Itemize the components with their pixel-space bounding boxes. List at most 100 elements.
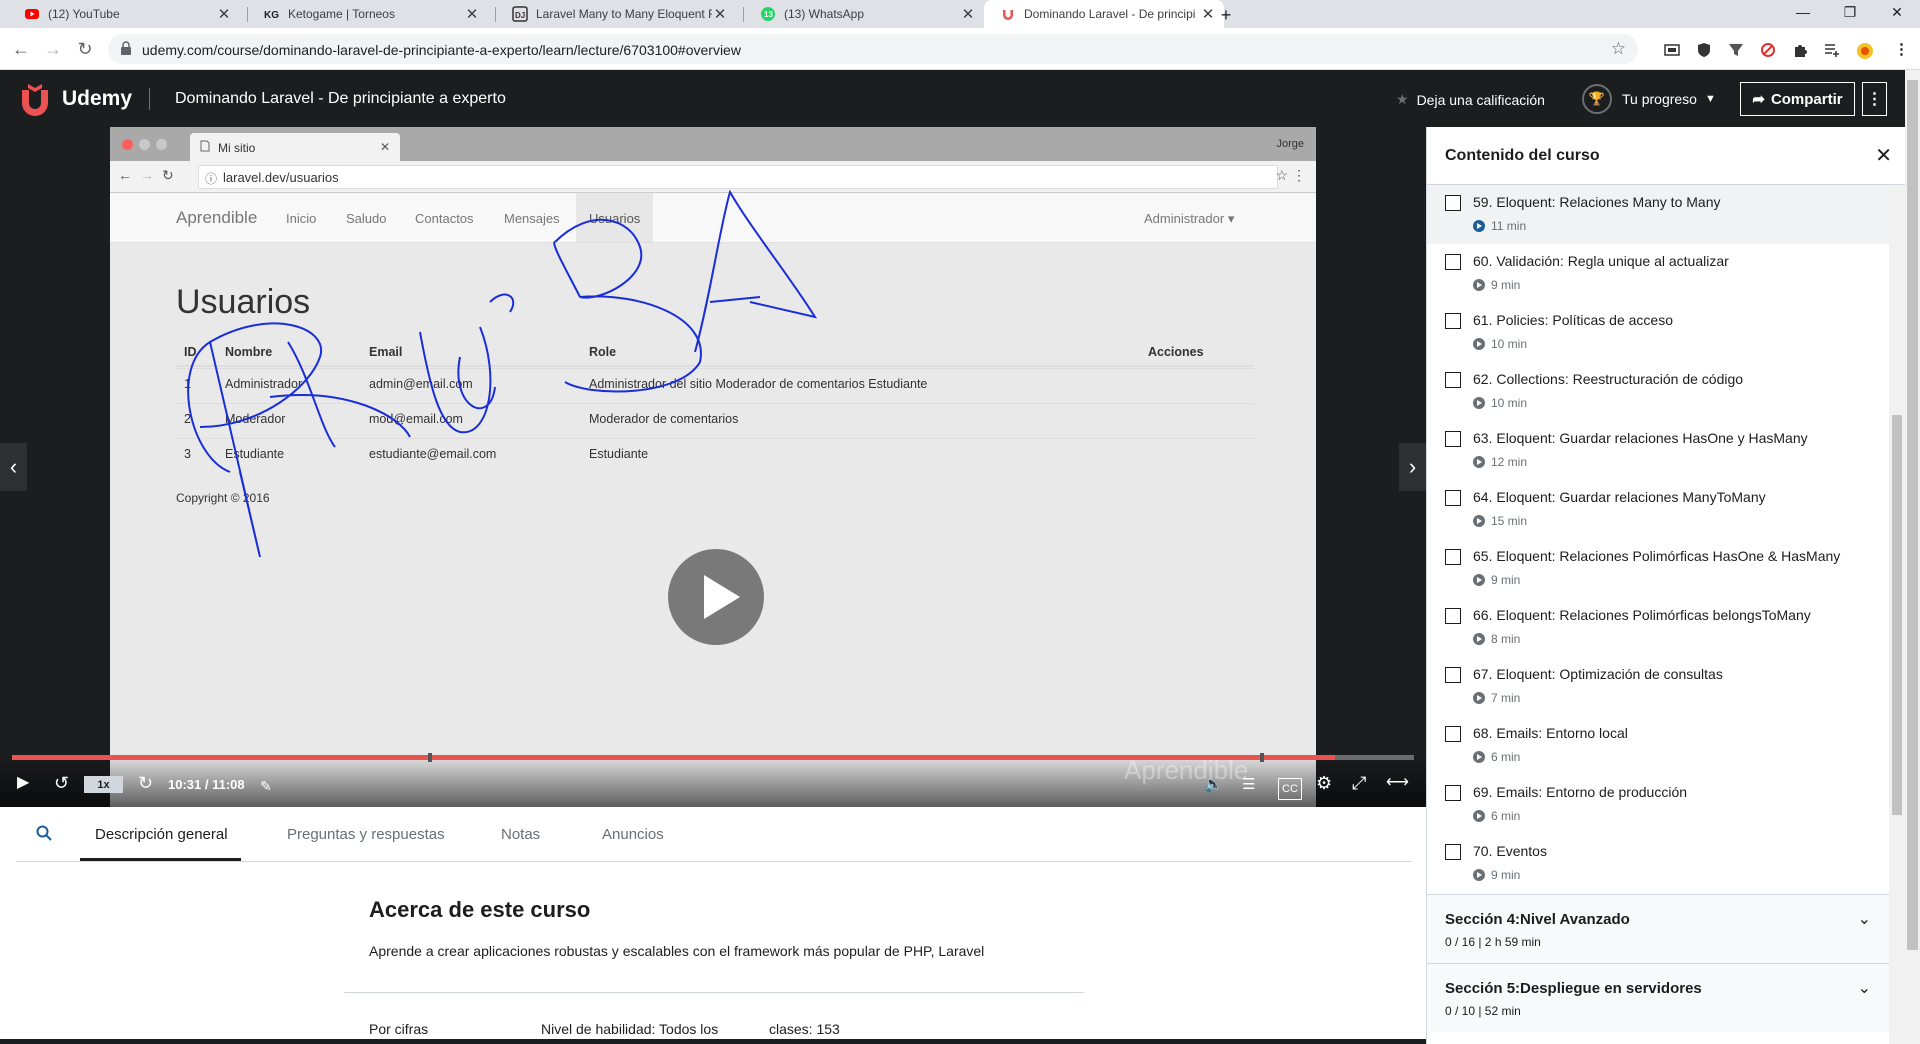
search-icon[interactable]	[36, 825, 52, 844]
tab-laravel-article[interactable]: DJ Laravel Many to Many Eloquent F ✕	[496, 0, 736, 28]
page-scrollbar[interactable]	[1905, 70, 1920, 1044]
lecture-checkbox[interactable]	[1445, 195, 1461, 211]
sidebar-scroll-thumb[interactable]	[1892, 415, 1902, 815]
lecture-checkbox[interactable]	[1445, 608, 1461, 624]
lecture-duration: 10 min	[1473, 396, 1527, 410]
lecture-item[interactable]: 68. Emails: Entorno local 6 min	[1427, 716, 1889, 775]
section-5-accordion[interactable]: Sección 5:Despliegue en servidores 0 / 1…	[1427, 963, 1889, 1032]
back-icon[interactable]: ←	[11, 39, 31, 59]
lecture-checkbox[interactable]	[1445, 431, 1461, 447]
bookmark-star-icon[interactable]: ☆	[1611, 39, 1626, 59]
page-scroll-thumb[interactable]	[1907, 80, 1918, 950]
previous-lecture-button[interactable]: ‹	[0, 443, 27, 491]
course-title[interactable]: Dominando Laravel - De principiante a ex…	[175, 90, 506, 108]
lecture-count: clases: 153	[769, 1021, 840, 1037]
lecture-title: 70. Eventos	[1473, 843, 1547, 859]
tab-udemy-active[interactable]: Dominando Laravel - De principi ✕	[984, 0, 1224, 28]
progress-dropdown[interactable]: 🏆 Tu progreso ▼	[1582, 84, 1716, 114]
close-tab-icon[interactable]: ✕	[1200, 5, 1216, 23]
lecture-title: 67. Eloquent: Optimización de consultas	[1473, 666, 1723, 682]
reload-icon[interactable]: ↻	[75, 39, 95, 59]
notes-icon[interactable]: ✎	[260, 777, 272, 795]
lecture-checkbox[interactable]	[1445, 785, 1461, 801]
tab-youtube[interactable]: (12) YouTube ✕	[8, 0, 240, 28]
play-circle-icon	[1473, 220, 1485, 232]
tab-title: (13) WhatsApp	[784, 7, 865, 21]
rate-course-link[interactable]: ★ Deja una calificación	[1396, 91, 1545, 108]
lecture-checkbox[interactable]	[1445, 490, 1461, 506]
bookmark-marker[interactable]	[428, 753, 432, 762]
puzzle-extension-icon[interactable]	[1792, 42, 1808, 58]
lecture-checkbox[interactable]	[1445, 313, 1461, 329]
close-tab-icon[interactable]: ✕	[216, 5, 232, 23]
play-overlay-button[interactable]	[668, 549, 764, 645]
close-tab-icon[interactable]: ✕	[464, 5, 480, 23]
red-extension-icon[interactable]	[1760, 42, 1776, 58]
cast-icon[interactable]	[1664, 42, 1680, 58]
lecture-item[interactable]: 63. Eloquent: Guardar relaciones HasOne …	[1427, 421, 1889, 480]
reading-list-icon[interactable]	[1824, 42, 1840, 58]
volume-icon[interactable]: 🔈	[1204, 776, 1223, 794]
skill-level: Nivel de habilidad: Todos los	[541, 1021, 719, 1037]
browser-menu-icon[interactable]: ⋮	[1894, 42, 1910, 58]
lecture-duration: 8 min	[1473, 632, 1520, 646]
expand-theater-icon[interactable]: ⟷	[1386, 774, 1409, 792]
lecture-item[interactable]: 60. Validación: Regla unique al actualiz…	[1427, 244, 1889, 303]
settings-gear-icon[interactable]: ⚙	[1316, 774, 1332, 792]
rewind-5s-icon[interactable]: ↺	[54, 774, 69, 792]
maximize-icon[interactable]: ❐	[1842, 4, 1858, 21]
filter-extension-icon[interactable]	[1728, 42, 1744, 58]
lecture-checkbox[interactable]	[1445, 667, 1461, 683]
lecture-checkbox[interactable]	[1445, 726, 1461, 742]
lecture-item[interactable]: 70. Eventos 9 min	[1427, 834, 1889, 893]
share-button[interactable]: ➦ Compartir	[1740, 82, 1855, 116]
close-window-icon[interactable]: ✕	[1889, 4, 1905, 21]
captions-icon[interactable]: CC	[1278, 778, 1302, 800]
forward-icon[interactable]: →	[43, 39, 63, 59]
forward-5s-icon[interactable]: ↻	[138, 774, 153, 792]
transcript-icon[interactable]: ☰	[1242, 776, 1255, 794]
bookmark-marker[interactable]	[1260, 753, 1264, 762]
shield-extension-icon[interactable]	[1696, 42, 1712, 58]
playback-speed-button[interactable]: 1x	[84, 776, 123, 793]
lecture-item[interactable]: 64. Eloquent: Guardar relaciones ManyToM…	[1427, 480, 1889, 539]
fullscreen-icon[interactable]: ⤢	[1352, 774, 1366, 792]
course-content-sidebar: Contenido del curso ✕ 59. Eloquent: Rela…	[1426, 127, 1906, 1044]
profile-avatar-icon[interactable]	[1856, 42, 1873, 59]
trophy-icon: 🏆	[1582, 84, 1612, 114]
tab-ketogame[interactable]: KG Ketogame | Torneos ✕	[248, 0, 488, 28]
minimize-icon[interactable]: —	[1795, 4, 1811, 20]
url-input[interactable]: udemy.com/course/dominando-laravel-de-pr…	[108, 34, 1638, 64]
lecture-item[interactable]: 67. Eloquent: Optimización de consultas 7…	[1427, 657, 1889, 716]
lecture-checkbox[interactable]	[1445, 549, 1461, 565]
lecture-item[interactable]: 66. Eloquent: Relaciones Polimórficas be…	[1427, 598, 1889, 657]
tab-announcements[interactable]: Anuncios	[602, 826, 664, 843]
tab-qa[interactable]: Preguntas y respuestas	[287, 826, 445, 843]
lecture-item[interactable]: 61. Policies: Políticas de acceso 10 min	[1427, 303, 1889, 362]
video-player[interactable]: Mi sitio ✕ Jorge ← → ↻ ⓘ laravel.dev/usu…	[0, 127, 1426, 807]
lecture-checkbox[interactable]	[1445, 372, 1461, 388]
tab-notes[interactable]: Notas	[501, 826, 540, 843]
next-lecture-button[interactable]: ›	[1399, 443, 1426, 491]
close-tab-icon[interactable]: ✕	[712, 5, 728, 23]
lecture-item[interactable]: 59. Eloquent: Relaciones Many to Many 11 …	[1427, 185, 1889, 244]
udemy-icon	[1000, 6, 1016, 22]
lecture-checkbox[interactable]	[1445, 254, 1461, 270]
tab-whatsapp[interactable]: 13 (13) WhatsApp ✕	[744, 0, 984, 28]
lecture-item[interactable]: 65. Eloquent: Relaciones Polimórficas Ha…	[1427, 539, 1889, 598]
play-icon[interactable]: ▶	[17, 774, 29, 792]
close-sidebar-icon[interactable]: ✕	[1875, 143, 1892, 168]
new-tab-icon[interactable]: +	[1218, 5, 1234, 26]
sidebar-scrollbar[interactable]	[1889, 185, 1905, 1044]
laravel-site-icon: DJ	[512, 6, 528, 22]
more-options-button[interactable]: ⋮	[1862, 82, 1887, 116]
chevron-down-icon: ⌄	[1857, 980, 1871, 997]
udemy-logo[interactable]: Udemy	[16, 82, 132, 116]
lecture-item[interactable]: 69. Emails: Entorno de producción 6 min	[1427, 775, 1889, 834]
tab-overview[interactable]: Descripción general	[95, 826, 228, 843]
lecture-item[interactable]: 62. Collections: Reestructuración de cód…	[1427, 362, 1889, 421]
divider	[344, 992, 1084, 993]
close-tab-icon[interactable]: ✕	[960, 5, 976, 23]
lecture-checkbox[interactable]	[1445, 844, 1461, 860]
section-4-accordion[interactable]: Sección 4:Nivel Avanzado 0 / 16 | 2 h 59…	[1427, 894, 1889, 963]
